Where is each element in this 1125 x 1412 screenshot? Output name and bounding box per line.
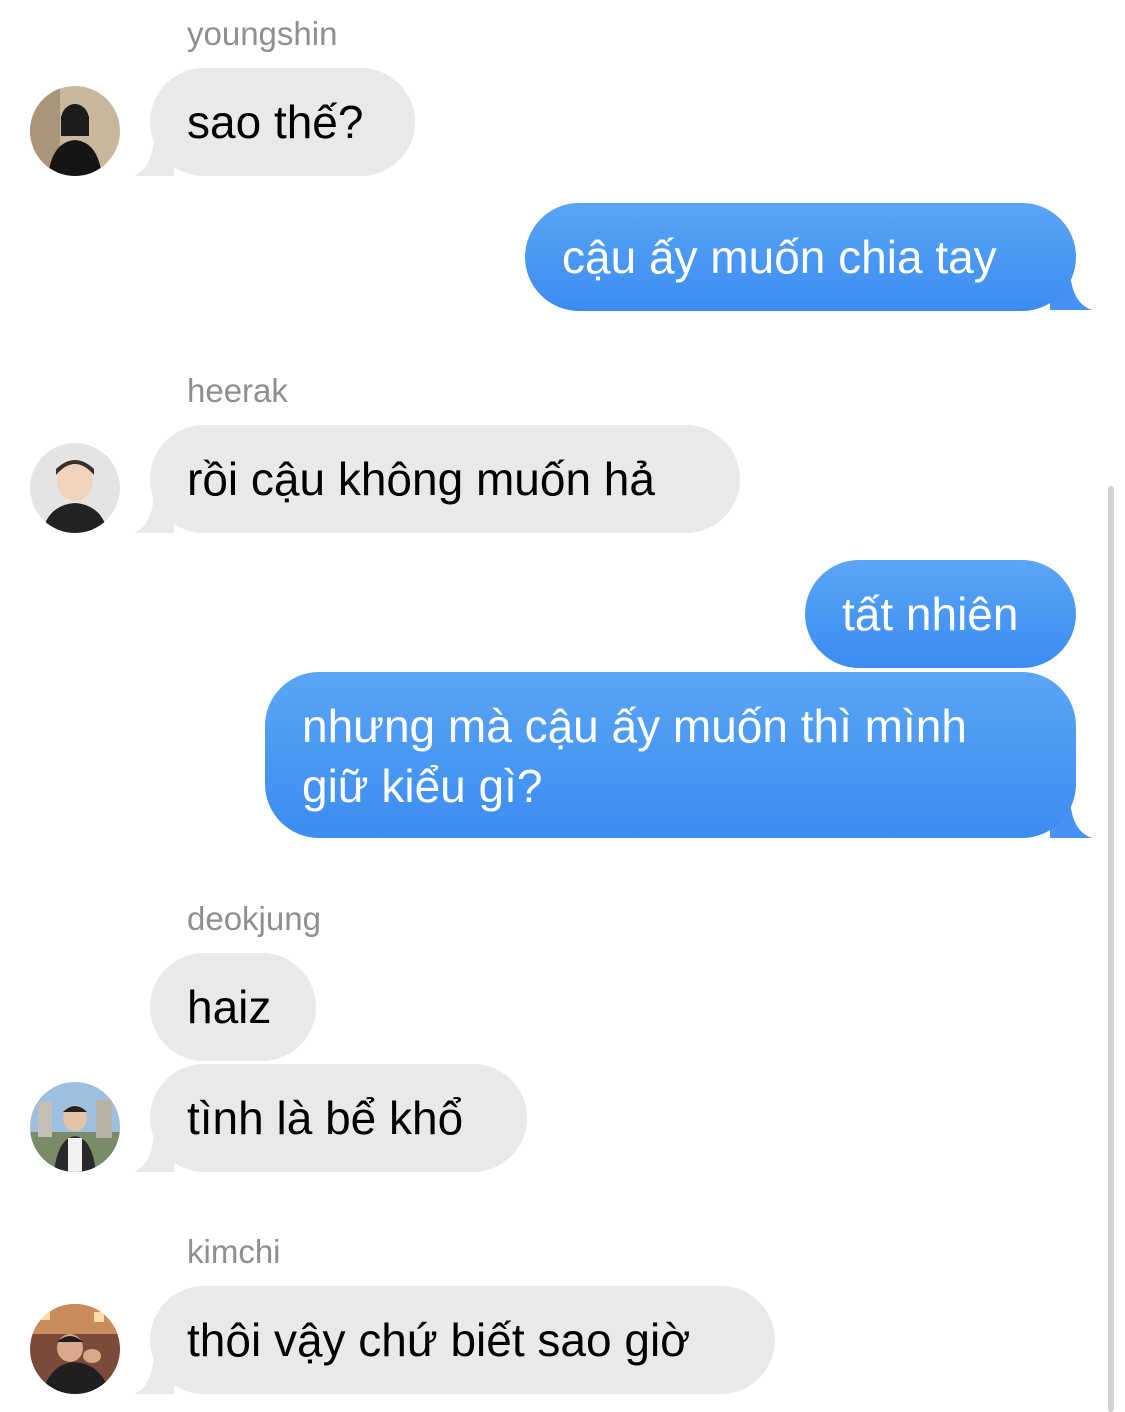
sender-name-youngshin: youngshin	[187, 15, 338, 52]
outgoing-message-bubble[interactable]: tất nhiên	[805, 560, 1076, 668]
message-text: tình là bể khổ	[187, 1092, 464, 1144]
avatar-kimchi[interactable]	[30, 1304, 120, 1394]
sender-name-heerak: heerak	[187, 372, 288, 409]
incoming-message-bubble[interactable]: rồi cậu không muốn hả	[150, 425, 740, 533]
outgoing-message-bubble[interactable]: nhưng mà cậu ấy muốn thì mình giữ kiểu g…	[265, 672, 1076, 838]
message-text: rồi cậu không muốn hả	[187, 453, 655, 505]
avatar-deokjung[interactable]	[30, 1082, 120, 1172]
message-text: haiz	[187, 981, 272, 1033]
incoming-message-bubble[interactable]: sao thế?	[150, 68, 415, 176]
message-text-line: nhưng mà cậu ấy muốn thì mình	[302, 700, 967, 752]
scroll-indicator[interactable]	[1108, 486, 1114, 1412]
incoming-message-bubble[interactable]: haiz	[150, 953, 316, 1061]
sender-name-deokjung: deokjung	[187, 900, 321, 937]
incoming-message-bubble[interactable]: thôi vậy chứ biết sao giờ	[150, 1286, 775, 1394]
incoming-message-bubble[interactable]: tình là bể khổ	[150, 1064, 527, 1172]
avatar-heerak[interactable]	[30, 443, 120, 533]
message-text: sao thế?	[187, 96, 364, 148]
avatar-youngshin[interactable]	[30, 86, 120, 176]
message-text: tất nhiên	[842, 588, 1019, 640]
message-text: cậu ấy muốn chia tay	[562, 231, 997, 283]
outgoing-message-bubble[interactable]: cậu ấy muốn chia tay	[525, 203, 1076, 311]
message-text-line: giữ kiểu gì?	[302, 760, 543, 812]
message-text: thôi vậy chứ biết sao giờ	[187, 1314, 691, 1366]
sender-name-kimchi: kimchi	[187, 1233, 281, 1270]
